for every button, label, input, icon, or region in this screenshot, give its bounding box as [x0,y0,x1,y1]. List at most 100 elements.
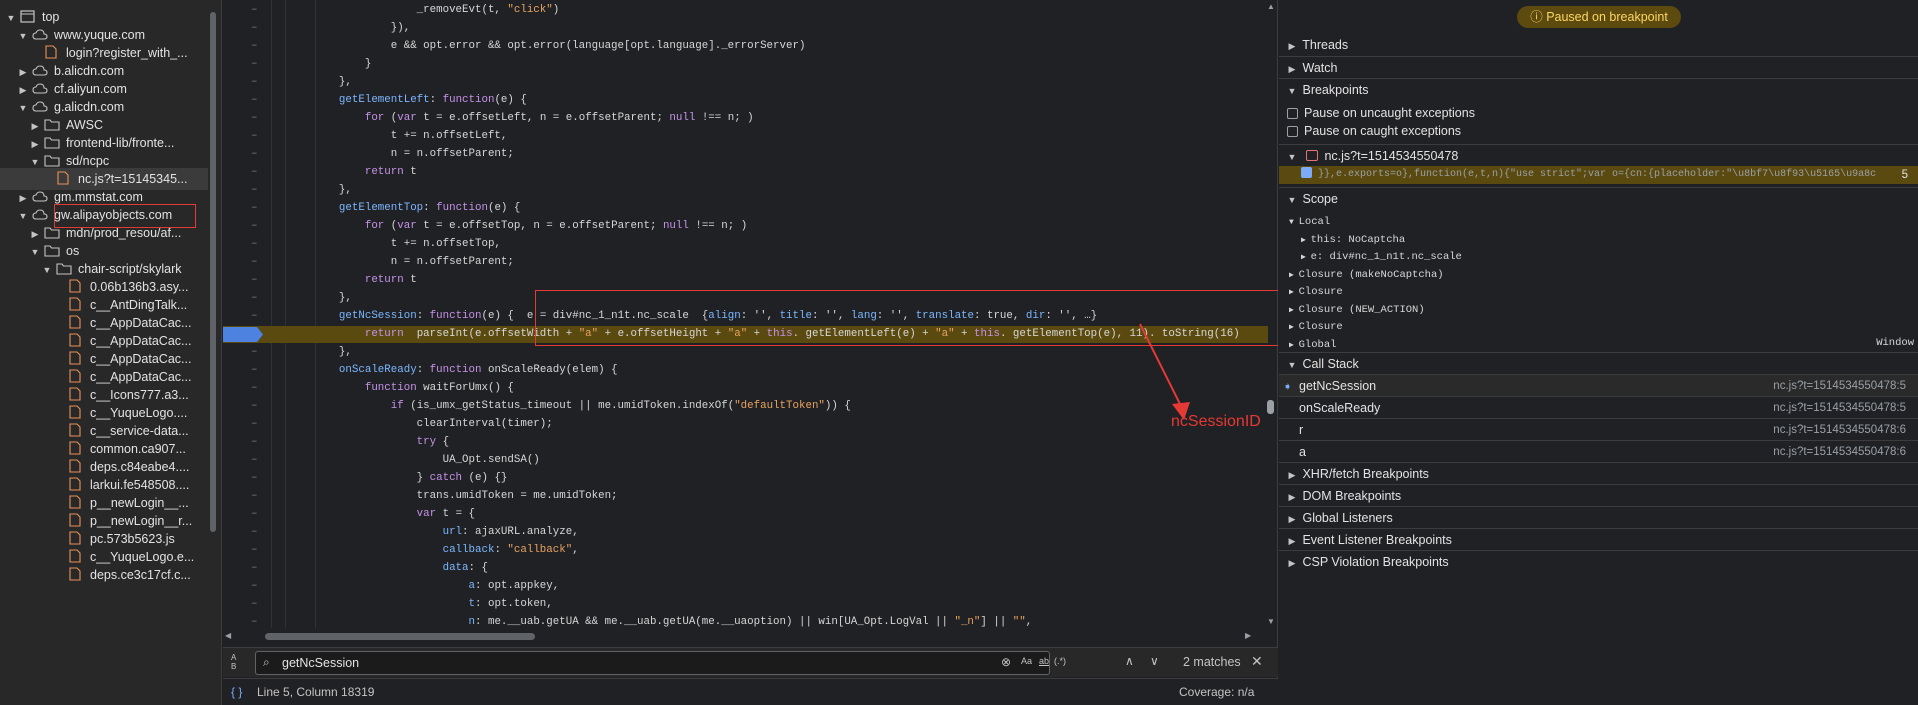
call-frame[interactable]: r nc.js?t=1514534550478:6 [1279,418,1918,440]
code-line[interactable]: – }, [223,344,1268,361]
chevron-right-icon[interactable]: ▶ [1289,288,1299,297]
gutter-marker[interactable]: – [251,110,259,127]
code-line[interactable]: – var t = { [223,506,1268,523]
section-call-stack[interactable]: ▼ Call Stack [1279,352,1918,374]
code-line[interactable]: – } [223,56,1268,73]
code-line[interactable]: – e && opt.error && opt.error(language[o… [223,38,1268,55]
gutter-marker[interactable]: – [251,542,259,559]
pretty-print-icon[interactable]: { } [231,685,242,699]
next-match-icon[interactable]: ∨ [1150,654,1159,668]
code-line[interactable]: – }, [223,74,1268,91]
gutter-marker[interactable]: – [251,308,259,325]
search-field[interactable]: ⌕ ⊗ Aa ab (.*) [255,651,1066,675]
pause-caught-row[interactable]: Pause on caught exceptions [1279,120,1918,142]
tree-scrollbar[interactable] [210,12,216,532]
breakpoint-marker-icon[interactable] [223,327,263,342]
code-line[interactable]: – trans.umidToken = me.umidToken; [223,488,1268,505]
scroll-right-icon[interactable]: ▶ [1245,631,1251,640]
gutter-marker[interactable]: – [251,524,259,541]
gutter-marker[interactable]: – [251,236,259,253]
chevron-right-icon[interactable]: ▶ [1289,306,1299,315]
code-line[interactable]: – getElementLeft: function(e) { [223,92,1268,109]
scroll-left-icon[interactable]: ◀ [225,631,231,640]
code-line[interactable]: – url: ajaxURL.analyze, [223,524,1268,541]
code-line[interactable]: – for (var t = e.offsetLeft, n = e.offse… [223,110,1268,127]
section-scope[interactable]: ▼ Scope [1279,187,1918,209]
search-input[interactable] [282,655,982,671]
call-frame[interactable]: a nc.js?t=1514534550478:6 [1279,440,1918,462]
chevron-right-icon[interactable]: ▶ [1289,341,1299,350]
call-frame-location[interactable]: nc.js?t=1514534550478:6 [1773,441,1906,463]
call-frame[interactable]: ➧ getNcSession nc.js?t=1514534550478:5 [1279,374,1918,396]
code-line[interactable]: – try { [223,434,1268,451]
pause-caught-checkbox[interactable] [1287,126,1298,137]
gutter-marker[interactable]: – [251,362,259,379]
gutter-marker[interactable]: – [251,92,259,109]
code-line[interactable]: – _removeEvt(t, "click") [223,2,1268,19]
gutter-marker[interactable]: – [251,2,259,19]
chevron-right-icon[interactable]: ▶ [1301,236,1311,245]
breakpoint-entry[interactable]: }},e.exports=o},function(e,t,n){"use str… [1279,166,1918,184]
code-line[interactable]: – t += n.offsetLeft, [223,128,1268,145]
code-line[interactable]: – } catch (e) {} [223,470,1268,487]
call-frame-location[interactable]: nc.js?t=1514534550478:5 [1773,375,1906,397]
code-line[interactable]: – callback: "callback", [223,542,1268,559]
chevron-right-icon[interactable]: ▶ [1301,253,1311,262]
section-event-listener-breakpoints[interactable]: ▶ Event Listener Breakpoints [1279,528,1918,550]
breakpoint-file[interactable]: ▼ nc.js?t=1514534550478 [1279,144,1918,166]
scope-entry[interactable]: ▶ Closure (NEW_ACTION) [1289,301,1425,319]
vertical-scroll-thumb[interactable] [1267,400,1274,414]
gutter-marker[interactable]: – [251,218,259,235]
code-line[interactable]: – }), [223,20,1268,37]
section-threads[interactable]: ▶ Threads [1279,34,1918,56]
scope-entry[interactable]: ▶ Closure [1289,318,1343,336]
gutter-marker[interactable]: – [251,506,259,523]
scope-entry[interactable]: ▶ Closure (makeNoCaptcha) [1289,266,1444,284]
code-line[interactable]: – if (is_umx_getStatus_timeout || me.umi… [223,398,1268,415]
gutter-marker[interactable]: – [251,578,259,595]
gutter-marker[interactable]: – [251,74,259,91]
pause-uncaught-checkbox[interactable] [1287,108,1298,119]
gutter-marker[interactable]: – [251,470,259,487]
chevron-down-icon[interactable]: ▼ [1289,218,1299,227]
section-breakpoints[interactable]: ▼ Breakpoints [1279,78,1918,100]
code-line[interactable]: – n = n.offsetParent; [223,146,1268,163]
code-line[interactable]: – getElementTop: function(e) { [223,200,1268,217]
scope-entry[interactable]: ▶ this: NoCaptcha [1301,231,1405,249]
breakpoint-checkbox[interactable] [1301,167,1312,178]
scroll-down-icon[interactable]: ▼ [1267,617,1275,626]
code-line[interactable]: – for (var t = e.offsetTop, n = e.offset… [223,218,1268,235]
scope-entry[interactable]: ▼ Local [1289,213,1330,231]
code-line[interactable]: – clearInterval(timer); [223,416,1268,433]
code-line[interactable]: – return t [223,164,1268,181]
gutter-marker[interactable]: – [251,398,259,415]
section-xhr-fetch-breakpoints[interactable]: ▶ XHR/fetch Breakpoints [1279,462,1918,484]
previous-match-icon[interactable]: ∧ [1125,654,1134,668]
gutter-marker[interactable]: – [251,596,259,613]
code-line[interactable]: – a: opt.appkey, [223,578,1268,595]
gutter-marker[interactable]: – [251,452,259,469]
scope-entry[interactable]: ▶ e: div#nc_1_n1t.nc_scale [1301,248,1462,266]
coverage-status[interactable]: Coverage: n/a [1179,685,1254,699]
gutter-marker[interactable]: – [251,38,259,55]
section-watch[interactable]: ▶ Watch [1279,56,1918,78]
tree-item[interactable]: deps.ce3c17cf.c... [0,564,208,586]
gutter-marker[interactable]: – [251,164,259,181]
gutter-marker[interactable]: – [251,488,259,505]
whole-word-button[interactable]: ab [1039,656,1049,666]
gutter-marker[interactable]: – [251,434,259,451]
section-csp-violation-breakpoints[interactable]: ▶ CSP Violation Breakpoints [1279,550,1918,572]
gutter-marker[interactable]: – [251,182,259,199]
horizontal-scroll-thumb[interactable] [265,633,535,640]
gutter-marker[interactable]: – [251,20,259,37]
gutter-marker[interactable]: – [251,290,259,307]
gutter-marker[interactable]: – [251,200,259,217]
call-frame-location[interactable]: nc.js?t=1514534550478:5 [1773,397,1906,419]
code-line[interactable]: – n: me.__uab.getUA && me.__uab.getUA(me… [223,614,1268,628]
code-line[interactable]: – data: { [223,560,1268,577]
gutter-marker[interactable]: – [251,146,259,163]
regex-button[interactable]: (.*) [1054,656,1066,666]
clear-search-icon[interactable]: ⊗ [1001,655,1011,669]
chevron-right-icon[interactable]: ▶ [1289,323,1299,332]
code-line[interactable]: – onScaleReady: function onScaleReady(el… [223,362,1268,379]
